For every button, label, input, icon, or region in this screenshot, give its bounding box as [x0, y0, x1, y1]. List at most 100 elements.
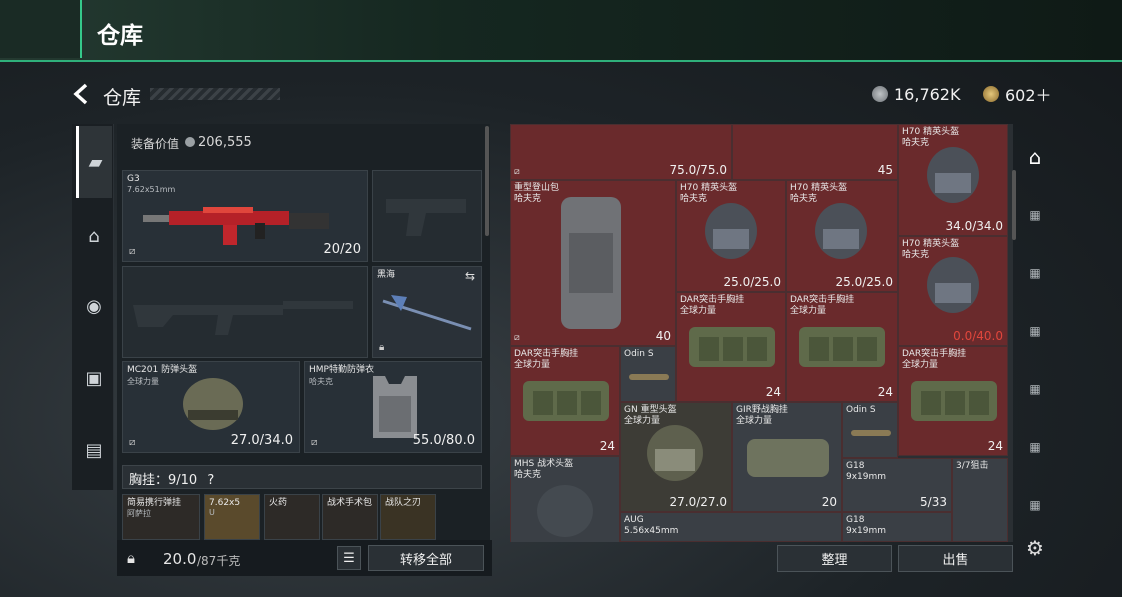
stash-item[interactable]: DAR突击手胸挂 全球力量 24 — [510, 346, 620, 456]
item-durability: 27.0/34.0 — [230, 433, 293, 448]
stash-item[interactable]: ⧄ 75.0/75.0 — [510, 124, 732, 180]
helmet-slot[interactable]: MC201 防弹头盔 全球力量 ⧄ 27.0/34.0 — [122, 361, 300, 453]
pistol-icon: ▰ — [88, 151, 103, 173]
item-name: DAR突击手胸挂 全球力量 — [514, 349, 579, 370]
transfer-all-button[interactable]: 转移全部 — [368, 545, 484, 571]
primary-weapon-slot[interactable]: G3 7.62x51mm ⧄ 20/20 — [122, 170, 368, 262]
stash-page-icon: ▦ — [1029, 498, 1041, 512]
item-count: 24 — [987, 439, 1003, 453]
scope-icon — [851, 430, 891, 436]
item-name: Odin S — [624, 349, 654, 359]
item-sub: U — [209, 508, 215, 517]
item-name: DAR突击手胸挂 全球力量 — [902, 349, 967, 370]
armor-slot[interactable]: HMP特勤防弹衣 哈夫克 ⧄ 55.0/80.0 — [304, 361, 482, 453]
tab-weapons[interactable]: ▰ — [76, 126, 112, 198]
helmet-icon — [537, 485, 593, 537]
stash-item[interactable]: 重型登山包 哈夫克 ⧄ 40 — [510, 180, 676, 346]
tab-stash-v6[interactable]: ▦ — [1021, 492, 1049, 518]
sort-button[interactable]: 整理 — [777, 545, 892, 572]
chest-rig-header[interactable]: 胸挂：9/10 ? — [122, 465, 482, 489]
loadout-category-tabs: ▰ ⌂ ◉ ▣ ▤ — [72, 124, 114, 490]
helmet-icon — [927, 257, 979, 313]
tab-backpack[interactable]: ▣ — [76, 360, 112, 396]
item-count: 24 — [599, 439, 615, 453]
tab-stash-v2[interactable]: ▦ — [1021, 260, 1049, 286]
item-name: MHS 战术头盔 哈夫克 — [514, 459, 574, 480]
stash-item[interactable]: DAR突击手胸挂 全球力量 24 — [676, 292, 786, 402]
tab-stash-v3[interactable]: ▦ — [1021, 318, 1049, 344]
stash-item[interactable]: GN 重型头盔 全球力量 27.0/27.0 — [620, 402, 732, 512]
vest-icon: ⌂ — [88, 225, 100, 247]
item-count: 20 — [821, 495, 837, 509]
tab-case[interactable]: ▤ — [76, 432, 112, 468]
secondary-weapon-slot-empty[interactable] — [122, 266, 368, 358]
tab-helmet[interactable]: ◉ — [76, 288, 112, 324]
loadout-scrollbar[interactable] — [485, 126, 489, 236]
tab-stash-v4[interactable]: ▦ — [1021, 376, 1049, 402]
stash-item[interactable]: G18 9x19mm — [842, 512, 952, 542]
stash-item[interactable]: H70 精英头盔 哈夫克 34.0/34.0 — [898, 124, 1008, 236]
pocket-item[interactable]: 战队之刃 — [380, 494, 436, 540]
stash-grid: ⧄ 75.0/75.0 45 H70 精英头盔 哈夫克 34.0/34.0 重型登山… — [510, 124, 1013, 542]
gold-currency[interactable]: 602＋ — [983, 84, 1052, 105]
tab-stash-main[interactable]: ⌂ — [1021, 144, 1049, 170]
stash-item[interactable]: Odin S — [620, 346, 676, 402]
stash-item[interactable]: G18 9x19mm 5/33 — [842, 458, 952, 512]
item-name: 黑海 — [377, 270, 396, 280]
item-count: 5/33 — [920, 495, 947, 509]
pocket-item[interactable]: 战术手术包 — [322, 494, 378, 540]
chest-rig-icon — [747, 439, 829, 477]
item-name: 3/7狙击 — [956, 461, 989, 471]
helmet-icon — [183, 378, 243, 430]
pocket-item[interactable]: 7.62x5 U — [204, 494, 260, 540]
stash-item[interactable]: AUG 5.56x45mm — [620, 512, 842, 542]
stash-item[interactable]: GIR野战胸挂 全球力量 20 — [732, 402, 842, 512]
rifle-icon — [143, 207, 329, 245]
equip-value: 206,555 — [198, 135, 252, 150]
gold-coin-icon — [983, 86, 999, 102]
axe-icon — [382, 295, 472, 331]
tab-stash-v1[interactable]: ▦ — [1021, 202, 1049, 228]
pocket-item[interactable]: 火药 — [264, 494, 320, 540]
weight-lock-icon: 🔒︎ — [127, 549, 135, 567]
helmet-icon — [927, 147, 979, 203]
help-icon[interactable]: ? — [207, 473, 214, 488]
stash-item[interactable]: Odin S — [842, 402, 898, 458]
marked-icon: ⧄ — [514, 167, 520, 177]
scope-icon — [629, 374, 669, 380]
stash-item[interactable]: H70 精英头盔 哈夫克 25.0/25.0 — [676, 180, 786, 292]
page-title: 仓库 — [103, 87, 142, 109]
list-view-button[interactable]: ☰ — [337, 546, 361, 570]
stash-item[interactable]: DAR突击手胸挂 全球力量 24 — [898, 346, 1008, 456]
back-arrow-icon[interactable] — [70, 82, 94, 106]
pocket-item[interactable]: 简易携行弹挂 阿萨拉 — [122, 494, 200, 540]
item-name: DAR突击手胸挂 全球力量 — [790, 295, 855, 316]
stash-item[interactable]: H70 精英头盔 哈夫克 25.0/25.0 — [786, 180, 898, 292]
melee-slot[interactable]: 黑海 ⇆ 🔒︎ — [372, 266, 482, 358]
stash-item[interactable]: MHS 战术头盔 哈夫克 — [510, 456, 620, 542]
chest-rig-icon — [689, 327, 775, 367]
tab-armor[interactable]: ⌂ — [76, 218, 112, 254]
rifle-placeholder-icon — [133, 301, 353, 335]
swap-icon: ⇆ — [464, 269, 475, 283]
item-durability: 34.0/34.0 — [945, 219, 1003, 233]
silver-coin-icon — [872, 86, 888, 102]
body-armor-icon — [373, 376, 417, 438]
item-name: 火药 — [269, 498, 288, 508]
settings-gear-icon[interactable]: ⚙ — [1021, 535, 1049, 561]
silver-currency[interactable]: 16,762K — [872, 84, 960, 104]
stash-item[interactable]: 45 — [732, 124, 898, 180]
backpack-icon — [561, 197, 621, 329]
item-name: G3 — [127, 174, 140, 184]
pistol-slot-empty[interactable] — [372, 170, 482, 262]
tab-stash-v5[interactable]: ▦ — [1021, 434, 1049, 460]
helmet-icon — [815, 203, 867, 259]
item-name: Odin S — [846, 405, 876, 415]
stash-item[interactable]: H70 精英头盔 哈夫克 0.0/40.0 — [898, 236, 1008, 346]
stash-item[interactable]: DAR突击手胸挂 全球力量 24 — [786, 292, 898, 402]
item-sub: 阿萨拉 — [127, 509, 151, 518]
sell-button[interactable]: 出售 — [898, 545, 1013, 572]
item-durability: 20/20 — [323, 242, 361, 257]
stash-item[interactable]: 3/7狙击 — [952, 458, 1008, 542]
banner-accent — [0, 0, 82, 58]
